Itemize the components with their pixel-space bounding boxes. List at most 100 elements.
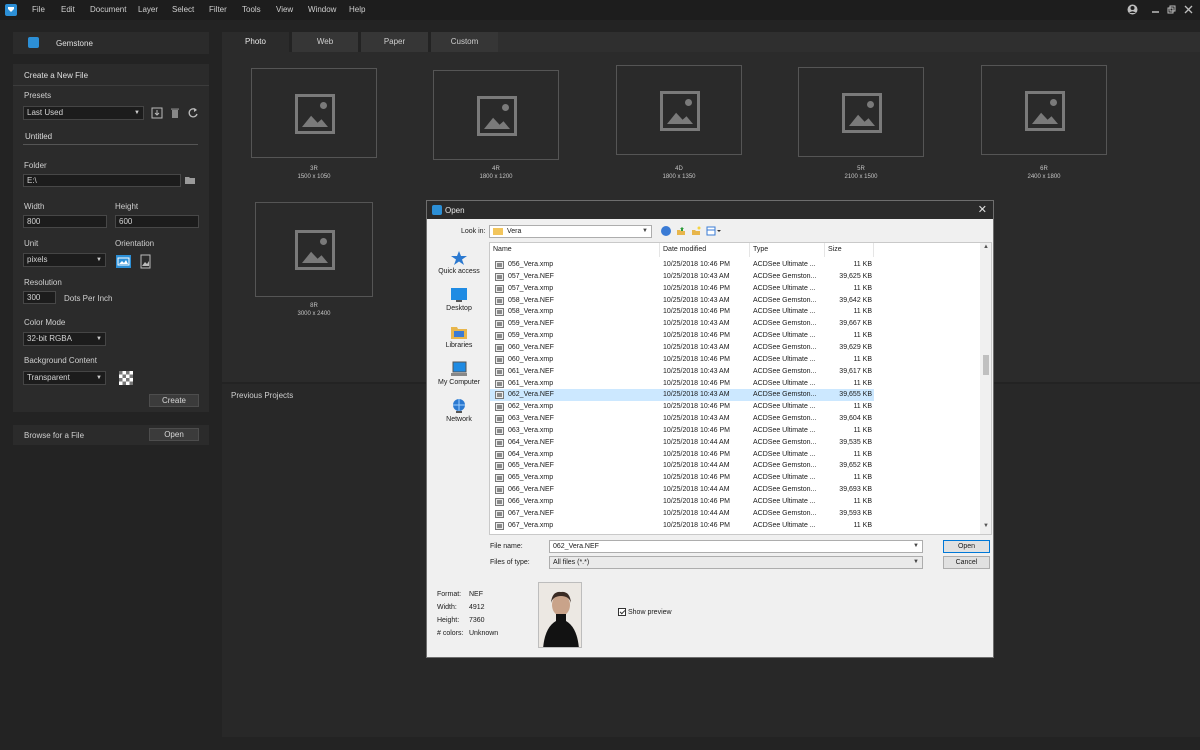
file-row[interactable]: 066_Vera.NEF 10/25/2018 10:44 AM ACDSee Ge…	[490, 484, 874, 496]
menu-view[interactable]: View	[276, 5, 293, 14]
file-icon	[495, 403, 504, 412]
presets-label: Presets	[24, 91, 52, 100]
menu-window[interactable]: Window	[308, 5, 336, 14]
file-row[interactable]: 062_Vera.xmp 10/25/2018 10:46 PM ACDSee Ul…	[490, 401, 874, 413]
file-row[interactable]: 063_Vera.xmp 10/25/2018 10:46 PM ACDSee Ul…	[490, 425, 874, 437]
file-row[interactable]: 064_Vera.NEF 10/25/2018 10:44 AM ACDSee Ge…	[490, 437, 874, 449]
menu-layer[interactable]: Layer	[138, 5, 158, 14]
size-cell: 39,617 KB	[839, 367, 872, 375]
tab-web[interactable]: Web	[292, 32, 358, 52]
preset-thumb-5r[interactable]	[798, 67, 924, 157]
account-icon[interactable]	[1127, 4, 1138, 15]
file-row[interactable]: 065_Vera.NEF 10/25/2018 10:44 AM ACDSee Ge…	[490, 460, 874, 472]
reset-preset-icon[interactable]	[187, 107, 199, 119]
folder-icon[interactable]	[184, 174, 196, 186]
size-cell: 39,629 KB	[839, 343, 872, 351]
column-header-name[interactable]: Name	[490, 243, 660, 257]
menu-help[interactable]: Help	[349, 5, 365, 14]
file-row[interactable]: 060_Vera.xmp 10/25/2018 10:46 PM ACDSee Ul…	[490, 354, 874, 366]
file-type-select[interactable]: All files (*.*) ▼	[549, 556, 923, 569]
type-cell: ACDSee Gemston...	[753, 272, 817, 280]
delete-preset-icon[interactable]	[169, 107, 181, 119]
place-my-computer[interactable]: My Computer	[433, 361, 485, 386]
place-quick-access[interactable]: Quick access	[433, 250, 485, 275]
up-folder-icon[interactable]	[676, 226, 686, 236]
tab-paper[interactable]: Paper	[361, 32, 428, 52]
file-row[interactable]: 066_Vera.xmp 10/25/2018 10:46 PM ACDSee Ul…	[490, 496, 874, 508]
transparency-checker-icon[interactable]	[119, 371, 133, 385]
cancel-button[interactable]: Cancel	[943, 556, 990, 569]
landscape-orientation-icon[interactable]	[116, 255, 131, 268]
file-name-input[interactable]: 062_Vera.NEF ▼	[549, 540, 923, 553]
tab-photo[interactable]: Photo	[222, 32, 289, 52]
file-row[interactable]: 064_Vera.xmp 10/25/2018 10:46 PM ACDSee Ul…	[490, 449, 874, 461]
show-preview-checkbox[interactable]	[618, 608, 626, 616]
color-mode-dropdown[interactable]: 32-bit RGBA ▼	[23, 332, 106, 346]
file-name-value[interactable]: Untitled	[25, 132, 52, 141]
column-header-date[interactable]: Date modified	[660, 243, 750, 257]
menu-filter[interactable]: Filter	[209, 5, 227, 14]
menu-file[interactable]: File	[32, 5, 45, 14]
preset-thumb-4r[interactable]	[433, 70, 559, 160]
back-icon[interactable]	[661, 226, 671, 236]
browse-open-button[interactable]: Open	[149, 428, 199, 441]
open-button[interactable]: Open	[943, 540, 990, 553]
background-dropdown[interactable]: Transparent ▼	[23, 371, 106, 385]
file-row[interactable]: 058_Vera.xmp 10/25/2018 10:46 PM ACDSee Ul…	[490, 306, 874, 318]
column-header-size[interactable]: Size	[825, 243, 874, 257]
dialog-title: Open	[445, 206, 465, 215]
presets-dropdown[interactable]: Last Used ▼	[23, 106, 144, 120]
place-libraries[interactable]: Libraries	[433, 324, 485, 349]
file-row[interactable]: 058_Vera.NEF 10/25/2018 10:43 AM ACDSee Ge…	[490, 295, 874, 307]
file-row[interactable]: 067_Vera.xmp 10/25/2018 10:46 PM ACDSee Ul…	[490, 520, 874, 532]
save-preset-icon[interactable]	[151, 107, 163, 119]
file-row[interactable]: 063_Vera.NEF 10/25/2018 10:43 AM ACDSee Ge…	[490, 413, 874, 425]
place-desktop[interactable]: Desktop	[433, 287, 485, 312]
portrait-orientation-icon[interactable]	[139, 254, 152, 269]
restore-icon[interactable]	[1166, 4, 1177, 15]
column-header-type[interactable]: Type	[750, 243, 825, 257]
file-icon	[495, 391, 504, 400]
menu-edit[interactable]: Edit	[61, 5, 75, 14]
preset-thumb-6r[interactable]	[981, 65, 1107, 155]
file-row[interactable]: 059_Vera.xmp 10/25/2018 10:46 PM ACDSee Ul…	[490, 330, 874, 342]
create-button[interactable]: Create	[149, 394, 199, 407]
file-row[interactable]: 062_Vera.NEF 10/25/2018 10:43 AM ACDSee Ge…	[490, 389, 874, 402]
preset-thumb-4d[interactable]	[616, 65, 742, 155]
minimize-icon[interactable]	[1150, 4, 1161, 15]
menu-select[interactable]: Select	[172, 5, 194, 14]
width-input[interactable]: 800	[23, 215, 107, 228]
tab-custom[interactable]: Custom	[431, 32, 498, 52]
scroll-down-icon[interactable]: ▼	[983, 523, 989, 529]
menu-tools[interactable]: Tools	[242, 5, 261, 14]
file-row[interactable]: 059_Vera.NEF 10/25/2018 10:43 AM ACDSee Ge…	[490, 318, 874, 330]
place-network[interactable]: Network	[433, 398, 485, 423]
file-row[interactable]: 057_Vera.NEF 10/25/2018 10:43 AM ACDSee Ge…	[490, 271, 874, 283]
type-cell: ACDSee Gemston...	[753, 415, 817, 423]
menu-document[interactable]: Document	[90, 5, 126, 14]
new-folder-icon[interactable]	[691, 226, 701, 236]
look-in-combo[interactable]: Vera ▼	[489, 225, 652, 238]
preset-thumb-3r[interactable]	[251, 68, 377, 158]
vertical-scrollbar[interactable]: ▲ ▼	[980, 243, 991, 534]
close-icon[interactable]: ✕	[978, 203, 987, 216]
file-row[interactable]: 061_Vera.NEF 10/25/2018 10:43 AM ACDSee Ge…	[490, 366, 874, 378]
file-row[interactable]: 061_Vera.xmp 10/25/2018 10:46 PM ACDSee Ul…	[490, 378, 874, 390]
date-modified-cell: 10/25/2018 10:44 AM	[663, 438, 730, 446]
place-label: Libraries	[445, 342, 473, 349]
close-icon[interactable]	[1183, 4, 1194, 15]
file-row[interactable]: 057_Vera.xmp 10/25/2018 10:46 PM ACDSee Ul…	[490, 283, 874, 295]
unit-dropdown[interactable]: pixels ▼	[23, 253, 106, 267]
scroll-up-icon[interactable]: ▲	[983, 244, 989, 250]
folder-input[interactable]: E:\	[23, 174, 181, 187]
height-input[interactable]: 600	[115, 215, 199, 228]
file-row[interactable]: 067_Vera.NEF 10/25/2018 10:44 AM ACDSee Ge…	[490, 508, 874, 520]
file-row[interactable]: 065_Vera.xmp 10/25/2018 10:46 PM ACDSee Ul…	[490, 472, 874, 484]
resolution-input[interactable]: 300	[23, 291, 56, 304]
scrollbar-thumb[interactable]	[983, 355, 989, 375]
folder-label: Folder	[24, 161, 47, 170]
view-menu-icon[interactable]	[706, 226, 722, 236]
file-row[interactable]: 056_Vera.xmp 10/25/2018 10:46 PM ACDSee Ul…	[490, 259, 874, 271]
file-row[interactable]: 060_Vera.NEF 10/25/2018 10:43 AM ACDSee Ge…	[490, 342, 874, 354]
preset-thumb-8r[interactable]	[255, 202, 373, 297]
